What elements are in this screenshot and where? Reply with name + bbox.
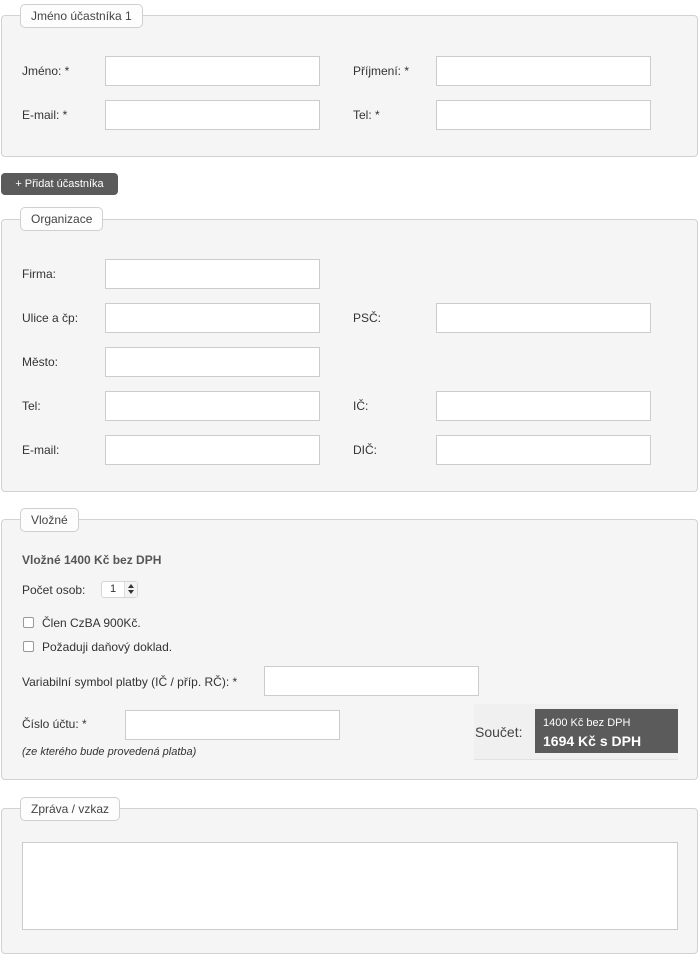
street-label: Ulice a čp:: [22, 311, 79, 325]
first-name-input[interactable]: [105, 56, 320, 86]
participant-phone-input[interactable]: [436, 100, 651, 130]
participant-legend: Jméno účastníka 1: [20, 4, 143, 28]
org-email-label: E-mail:: [22, 443, 60, 457]
account-note: (ze kterého bude provedená platba): [22, 746, 197, 758]
ic-label: IČ:: [353, 399, 369, 413]
dic-label: DIČ:: [353, 443, 377, 457]
participant-email-label: E-mail: *: [22, 108, 68, 122]
first-name-label: Jméno: *: [22, 64, 70, 78]
tax-doc-checkbox[interactable]: [23, 641, 34, 652]
zip-label: PSČ:: [353, 311, 382, 325]
sum-panel: Součet: 1400 Kč bez DPH 1694 Kč s DPH: [474, 704, 678, 760]
last-name-label: Příjmení: *: [353, 64, 410, 78]
tax-doc-label: Požaduji daňový doklad.: [42, 640, 173, 654]
fee-title: Vložné 1400 Kč bez DPH: [22, 553, 162, 567]
select-arrows-icon: [124, 582, 137, 597]
org-phone-input[interactable]: [105, 391, 320, 421]
persons-value: 1: [110, 583, 117, 595]
persons-label: Počet osob:: [22, 583, 86, 597]
varsym-input[interactable]: [264, 666, 479, 696]
city-label: Město:: [22, 355, 59, 369]
participant-fieldset: [1, 15, 698, 157]
ic-input[interactable]: [436, 391, 651, 421]
sum-box: 1400 Kč bez DPH 1694 Kč s DPH: [535, 709, 678, 753]
org-phone-label: Tel:: [22, 399, 41, 413]
organization-legend: Organizace: [20, 207, 104, 231]
sum-label: Součet:: [475, 724, 523, 740]
sum-gross: 1694 Kč s DPH: [543, 733, 642, 749]
zip-input[interactable]: [436, 303, 651, 333]
company-label: Firma:: [22, 267, 56, 281]
company-input[interactable]: [105, 259, 320, 289]
account-input[interactable]: [125, 710, 340, 740]
member-label: Člen CzBA 900Kč.: [42, 616, 141, 630]
member-checkbox[interactable]: [23, 617, 34, 628]
city-input[interactable]: [105, 347, 320, 377]
street-input[interactable]: [105, 303, 320, 333]
sum-net: 1400 Kč bez DPH: [543, 717, 631, 729]
message-legend: Zpráva / vzkaz: [20, 797, 121, 821]
account-label: Číslo účtu: *: [22, 717, 87, 731]
persons-select[interactable]: 1: [101, 581, 138, 598]
last-name-input[interactable]: [436, 56, 651, 86]
dic-input[interactable]: [436, 435, 651, 465]
fee-legend: Vložné: [20, 508, 79, 532]
org-email-input[interactable]: [105, 435, 320, 465]
add-participant-button[interactable]: + Přidat účastníka: [1, 173, 118, 195]
message-textarea[interactable]: [22, 842, 678, 930]
participant-email-input[interactable]: [105, 100, 320, 130]
varsym-label: Variabilní symbol platby (IČ / příp. RČ)…: [22, 675, 238, 689]
participant-phone-label: Tel: *: [353, 108, 380, 122]
